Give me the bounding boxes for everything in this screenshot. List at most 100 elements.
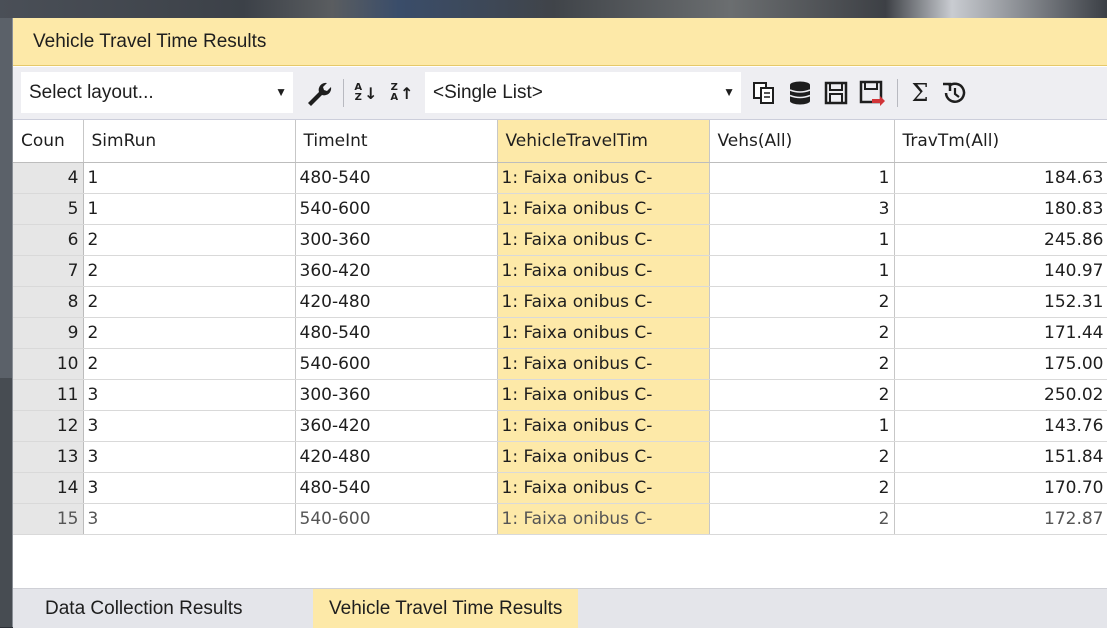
chevron-down-icon[interactable]: ▼ bbox=[723, 72, 735, 113]
simrun-cell[interactable]: 1 bbox=[83, 193, 296, 225]
row-count-cell[interactable]: 13 bbox=[13, 441, 84, 473]
simrun-cell[interactable]: 3 bbox=[83, 410, 296, 442]
layout-select[interactable]: Select layout... ▼ bbox=[21, 72, 293, 113]
vehicle-travel-time-cell[interactable]: 1: Faixa onibus C- bbox=[497, 255, 710, 287]
row-count-cell[interactable]: 12 bbox=[13, 410, 84, 442]
vehs-all-cell[interactable]: 2 bbox=[709, 379, 895, 411]
simrun-cell[interactable]: 2 bbox=[83, 224, 296, 256]
travtm-all-cell[interactable]: 152.31 bbox=[894, 286, 1107, 318]
timeint-cell[interactable]: 360-420 bbox=[295, 255, 498, 287]
vehicle-travel-time-cell[interactable]: 1: Faixa onibus C- bbox=[497, 503, 710, 535]
table-row[interactable]: 8 2 420-480 1: Faixa onibus C- 2 152.31 bbox=[13, 286, 1107, 318]
simrun-cell[interactable]: 2 bbox=[83, 317, 296, 349]
simrun-cell[interactable]: 3 bbox=[83, 441, 296, 473]
row-count-cell[interactable]: 8 bbox=[13, 286, 84, 318]
column-header-vehs-all[interactable]: Vehs(All) bbox=[709, 120, 895, 163]
vehicle-travel-time-cell[interactable]: 1: Faixa onibus C- bbox=[497, 224, 710, 256]
timeint-cell[interactable]: 480-540 bbox=[295, 317, 498, 349]
travtm-all-cell[interactable]: 151.84 bbox=[894, 441, 1107, 473]
simrun-cell[interactable]: 1 bbox=[83, 162, 296, 194]
table-row[interactable]: 12 3 360-420 1: Faixa onibus C- 1 143.76 bbox=[13, 410, 1107, 442]
travtm-all-cell[interactable]: 245.86 bbox=[894, 224, 1107, 256]
travtm-all-cell[interactable]: 140.97 bbox=[894, 255, 1107, 287]
timeint-cell[interactable]: 360-420 bbox=[295, 410, 498, 442]
simrun-cell[interactable]: 2 bbox=[83, 255, 296, 287]
sort-descending-icon[interactable]: Z A ↑ bbox=[385, 75, 419, 111]
vehs-all-cell[interactable]: 2 bbox=[709, 286, 895, 318]
table-row[interactable]: 6 2 300-360 1: Faixa onibus C- 1 245.86 bbox=[13, 224, 1107, 256]
list-select[interactable]: <Single List> ▼ bbox=[425, 72, 741, 113]
column-header-simrun[interactable]: SimRun bbox=[83, 120, 296, 163]
table-row[interactable]: 14 3 480-540 1: Faixa onibus C- 2 170.70 bbox=[13, 472, 1107, 504]
vehs-all-cell[interactable]: 3 bbox=[709, 193, 895, 225]
timeint-cell[interactable]: 540-600 bbox=[295, 503, 498, 535]
row-count-cell[interactable]: 7 bbox=[13, 255, 84, 287]
vehs-all-cell[interactable]: 1 bbox=[709, 410, 895, 442]
vehicle-travel-time-cell[interactable]: 1: Faixa onibus C- bbox=[497, 379, 710, 411]
table-row[interactable]: 15 3 540-600 1: Faixa onibus C- 2 172.87 bbox=[13, 503, 1107, 535]
vehicle-travel-time-cell[interactable]: 1: Faixa onibus C- bbox=[497, 348, 710, 380]
vehs-all-cell[interactable]: 2 bbox=[709, 317, 895, 349]
timeint-cell[interactable]: 300-360 bbox=[295, 224, 498, 256]
table-row[interactable]: 11 3 300-360 1: Faixa onibus C- 2 250.02 bbox=[13, 379, 1107, 411]
copy-icon[interactable] bbox=[747, 75, 781, 111]
vehicle-travel-time-cell[interactable]: 1: Faixa onibus C- bbox=[497, 162, 710, 194]
save-export-icon[interactable] bbox=[855, 75, 889, 111]
timeint-cell[interactable]: 540-600 bbox=[295, 348, 498, 380]
simrun-cell[interactable]: 3 bbox=[83, 472, 296, 504]
vehs-all-cell[interactable]: 1 bbox=[709, 224, 895, 256]
travtm-all-cell[interactable]: 184.63 bbox=[894, 162, 1107, 194]
travtm-all-cell[interactable]: 172.87 bbox=[894, 503, 1107, 535]
tab-vehicle-travel-time-results[interactable]: Vehicle Travel Time Results bbox=[313, 589, 579, 628]
table-row[interactable]: 10 2 540-600 1: Faixa onibus C- 2 175.00 bbox=[13, 348, 1107, 380]
sum-icon[interactable]: Σ bbox=[903, 75, 937, 111]
column-header-travtm-all[interactable]: TravTm(All) bbox=[894, 120, 1107, 163]
row-count-cell[interactable]: 14 bbox=[13, 472, 84, 504]
table-row[interactable]: 5 1 540-600 1: Faixa onibus C- 3 180.83 bbox=[13, 193, 1107, 225]
vehicle-travel-time-cell[interactable]: 1: Faixa onibus C- bbox=[497, 193, 710, 225]
row-count-cell[interactable]: 6 bbox=[13, 224, 84, 256]
row-count-cell[interactable]: 9 bbox=[13, 317, 84, 349]
travtm-all-cell[interactable]: 250.02 bbox=[894, 379, 1107, 411]
vehs-all-cell[interactable]: 1 bbox=[709, 255, 895, 287]
table-row[interactable]: 13 3 420-480 1: Faixa onibus C- 2 151.84 bbox=[13, 441, 1107, 473]
history-icon[interactable] bbox=[937, 75, 971, 111]
save-icon[interactable] bbox=[819, 75, 853, 111]
table-row[interactable]: 7 2 360-420 1: Faixa onibus C- 1 140.97 bbox=[13, 255, 1107, 287]
chevron-down-icon[interactable]: ▼ bbox=[275, 72, 287, 113]
vehs-all-cell[interactable]: 2 bbox=[709, 472, 895, 504]
database-icon[interactable] bbox=[783, 75, 817, 111]
simrun-cell[interactable]: 2 bbox=[83, 286, 296, 318]
sort-ascending-icon[interactable]: A Z ↓ bbox=[349, 75, 383, 111]
vehicle-travel-time-cell[interactable]: 1: Faixa onibus C- bbox=[497, 472, 710, 504]
vehs-all-cell[interactable]: 1 bbox=[709, 162, 895, 194]
timeint-cell[interactable]: 420-480 bbox=[295, 286, 498, 318]
table-row[interactable]: 9 2 480-540 1: Faixa onibus C- 2 171.44 bbox=[13, 317, 1107, 349]
travtm-all-cell[interactable]: 180.83 bbox=[894, 193, 1107, 225]
tab-data-collection-results[interactable]: Data Collection Results bbox=[29, 589, 258, 628]
wrench-icon[interactable] bbox=[301, 75, 335, 111]
vehicle-travel-time-cell[interactable]: 1: Faixa onibus C- bbox=[497, 317, 710, 349]
column-header-timeint[interactable]: TimeInt bbox=[295, 120, 498, 163]
row-count-cell[interactable]: 4 bbox=[13, 162, 84, 194]
vehicle-travel-time-cell[interactable]: 1: Faixa onibus C- bbox=[497, 286, 710, 318]
travtm-all-cell[interactable]: 170.70 bbox=[894, 472, 1107, 504]
vehs-all-cell[interactable]: 2 bbox=[709, 503, 895, 535]
results-grid[interactable]: Coun SimRun TimeInt VehicleTravelTim Veh… bbox=[13, 120, 1107, 588]
simrun-cell[interactable]: 3 bbox=[83, 379, 296, 411]
column-header-vehicle-travel-time[interactable]: VehicleTravelTim bbox=[497, 120, 710, 163]
vehicle-travel-time-cell[interactable]: 1: Faixa onibus C- bbox=[497, 410, 710, 442]
vehs-all-cell[interactable]: 2 bbox=[709, 441, 895, 473]
table-row[interactable]: 4 1 480-540 1: Faixa onibus C- 1 184.63 bbox=[13, 162, 1107, 194]
timeint-cell[interactable]: 480-540 bbox=[295, 472, 498, 504]
row-count-cell[interactable]: 11 bbox=[13, 379, 84, 411]
simrun-cell[interactable]: 2 bbox=[83, 348, 296, 380]
row-count-cell[interactable]: 10 bbox=[13, 348, 84, 380]
timeint-cell[interactable]: 540-600 bbox=[295, 193, 498, 225]
timeint-cell[interactable]: 300-360 bbox=[295, 379, 498, 411]
travtm-all-cell[interactable]: 143.76 bbox=[894, 410, 1107, 442]
simrun-cell[interactable]: 3 bbox=[83, 503, 296, 535]
row-count-cell[interactable]: 15 bbox=[13, 503, 84, 535]
vehicle-travel-time-cell[interactable]: 1: Faixa onibus C- bbox=[497, 441, 710, 473]
travtm-all-cell[interactable]: 175.00 bbox=[894, 348, 1107, 380]
